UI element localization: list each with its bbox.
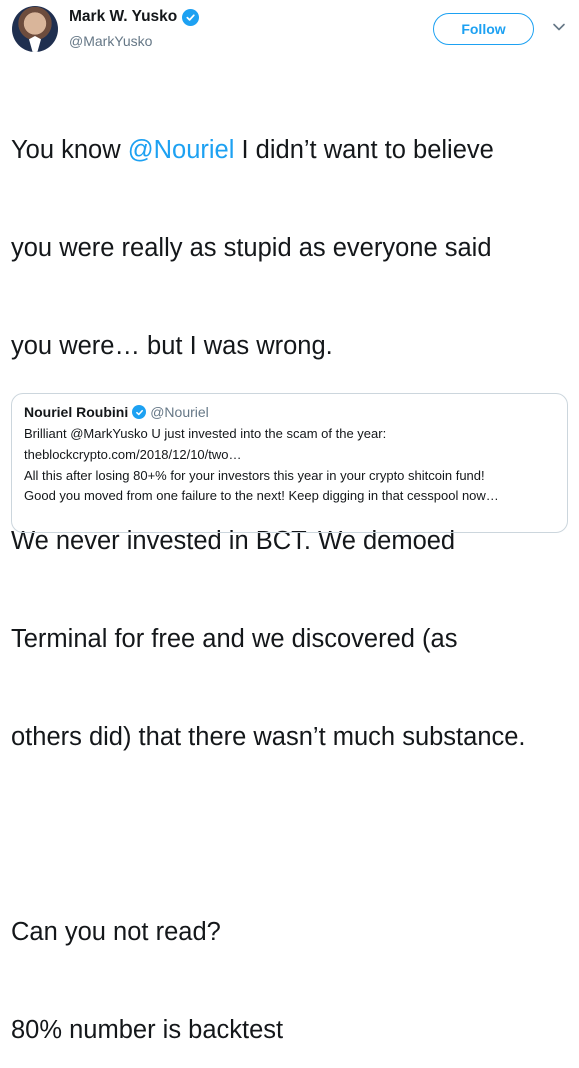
tweet-line: Can you not read?: [11, 918, 221, 947]
verified-icon: [182, 8, 200, 26]
author-name-text[interactable]: Mark W. Yusko: [69, 8, 177, 26]
chevron-down-icon[interactable]: [552, 20, 566, 34]
quoted-text: Brilliant @MarkYusko U just invested int…: [24, 424, 555, 507]
tweet-line: others did) that there wasn’t much subst…: [11, 722, 526, 751]
tweet-line: You know @Nouriel I didn’t want to belie…: [11, 134, 571, 167]
tweet-line: you were really as stupid as everyone sa…: [11, 233, 492, 262]
tweet-line: you were… but I was wrong.: [11, 331, 333, 360]
follow-button[interactable]: Follow: [433, 13, 534, 45]
quoted-link[interactable]: theblockcrypto.com/2018/12/10/two…: [24, 445, 555, 466]
tweet-line: Terminal for free and we discovered (as: [11, 625, 458, 654]
quoted-author-handle: @Nouriel: [150, 404, 209, 420]
quoted-tweet[interactable]: Nouriel Roubini @Nouriel Brilliant @Mark…: [11, 393, 568, 533]
author-handle[interactable]: @MarkYusko: [69, 33, 152, 49]
tweet-text: You know @Nouriel I didn’t want to belie…: [11, 69, 571, 1068]
quoted-line: Good you moved from one failure to the n…: [24, 488, 499, 504]
mention-link[interactable]: @Nouriel: [128, 136, 235, 164]
quoted-line: All this after losing 80+% for your inve…: [24, 467, 485, 483]
quoted-line: Brilliant @MarkYusko U just invested int…: [24, 426, 387, 441]
quoted-author-name: Nouriel Roubini: [24, 404, 129, 420]
tweet-line: 80% number is backtest: [11, 1016, 284, 1045]
author-name[interactable]: Mark W. Yusko: [69, 8, 200, 26]
avatar[interactable]: [12, 6, 58, 52]
tweet-line-text: You know: [11, 136, 128, 165]
verified-icon: [132, 405, 147, 419]
quoted-header: Nouriel Roubini @Nouriel: [24, 404, 555, 420]
tweet-line-text: I didn’t want to believe: [234, 136, 494, 165]
